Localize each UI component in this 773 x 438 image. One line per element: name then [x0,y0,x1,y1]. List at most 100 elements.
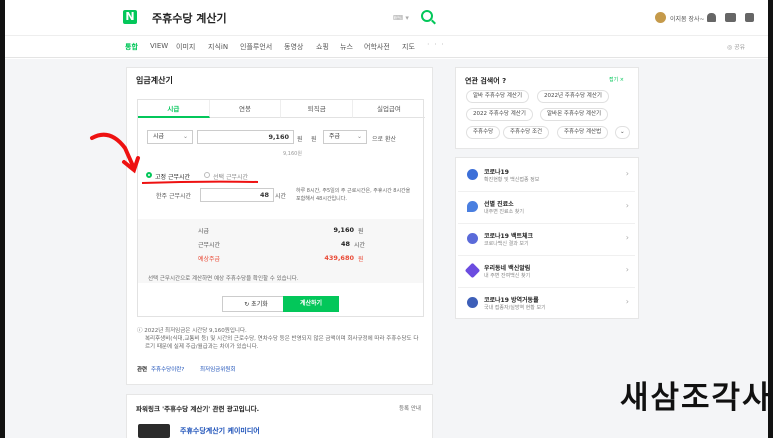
footnote-detail: 복리후생비(식대,교통비 등) 및 시간외 근로수당, 연차수당 등은 반영되지… [145,336,419,350]
search-icon[interactable] [421,10,433,22]
reset-button[interactable]: ↻ 초기화 [222,296,290,312]
radio-select-hours[interactable] [204,172,210,178]
week-hours-note: 하루 8시간, 주5일의 주 근로시간은, 주휴시간 8시간을 포함해서 48시… [296,188,411,202]
covid-row-sub: 확진현황 및 백신접종 정보 [484,177,540,183]
covid-row-title: 코로나19 백트체크 [484,233,534,240]
menu-grid-icon[interactable] [745,13,754,22]
tab-influencer[interactable]: 인플루언서 [240,42,272,52]
period-select-value: 주급 [329,133,341,140]
tab-shopping[interactable]: 쇼핑 [316,42,329,52]
syringe-icon [464,262,481,279]
tab-hourly[interactable]: 시급 [138,100,210,118]
covid-row-title: 코로나19 방역거동률 [484,297,539,304]
keyword-chip[interactable]: 주휴수당 [466,126,501,139]
covid-row[interactable]: 코로나19 방역거동률 국내 접종자/실방역 현황 보기 › [458,286,635,320]
result-value-hourly: 9,160 [333,226,354,234]
tab-map[interactable]: 지도 [402,42,415,52]
person-icon [467,297,478,308]
tab-view[interactable]: VIEW [150,42,168,50]
nav-tabs: 통합 VIEW 이미지 지식iN 인플루언서 동영상 쇼핑 뉴스 어학사전 지도… [5,36,768,58]
covid-row[interactable]: 코로나19 백트체크 코로나백신 결과 보기 › [458,222,635,256]
covid-row-sub: 국내 접종자/실방역 현황 보기 [484,305,546,311]
keyword-chip[interactable]: 2022 주휴수당 계산기 [466,108,533,121]
result-unit-weekly: 원 [358,256,364,263]
ad-item-title[interactable]: 주휴수당계산기 케이미디어 [180,426,260,436]
covid-row-title: 코로나19 [484,169,509,176]
share-button[interactable]: ◎ 공유 [727,42,745,51]
tab-kin[interactable]: 지식iN [208,42,228,52]
related-label: 관련 [137,367,148,373]
chevron-right-icon: › [625,201,629,210]
tab-unemployment[interactable]: 실업급여 [353,100,425,118]
wage-unit: 원 [297,136,303,143]
tab-news[interactable]: 뉴스 [340,42,353,52]
keyword-chip[interactable]: 2022년 주휴수당 계산기 [537,90,609,103]
wage-hint: 9,160원 [283,151,302,157]
radio-fixed-label[interactable]: 고정 근무시간 [155,172,190,181]
username[interactable]: 이지봄 장사~ [670,14,705,23]
ad-register-link[interactable]: 등록 안내 [399,404,421,412]
tab-all[interactable]: 통합 [125,42,138,52]
naver-logo[interactable]: N [123,10,137,24]
chevron-right-icon: › [625,233,629,242]
calculator-title: 임금계산기 [136,76,173,85]
tab-dictionary[interactable]: 어학사전 [364,42,390,52]
result-panel [138,219,423,283]
covid-row[interactable]: 선별 진료소 내주변 진료소 찾기 › [458,190,635,224]
covid-row-sub: 내주변 진료소 찾기 [484,209,524,215]
covid-row-title: 선별 진료소 [484,201,514,208]
result-label-hours: 근무시간 [198,242,221,249]
ad-title: 파워링크 '주휴수당 계산기' 관련 광고입니다. [136,405,260,413]
covid-status-icon [467,169,478,180]
ad-thumbnail[interactable] [138,424,170,438]
calculate-button[interactable]: 계산하기 [283,296,339,312]
result-label-weekly: 예상주급 [198,256,221,263]
covid-row[interactable]: 코로나19 확진현황 및 백신접종 정보 › [458,158,635,192]
chevron-right-icon: › [625,265,629,274]
week-hours-unit: 시간 [275,193,287,200]
period-select[interactable]: 주급 ⌄ [323,130,367,144]
result-value-weekly: 439,680 [324,254,354,262]
related-link-2[interactable]: 최저임금위원회 [200,366,235,374]
footnote-min-wage-text: 2022년 최저임금은 시간당 9,160원입니다. [144,328,247,334]
location-pin-icon [467,201,478,212]
wage-unit-label: 원 [311,136,317,143]
convert-suffix: 으로 환산 [372,136,396,143]
search-query[interactable]: 주휴수당 계산기 [152,10,227,26]
related-search-close[interactable]: 접기 × [609,76,624,83]
covid-row-sub: 내 주변 잔여백신 찾기 [484,273,531,279]
keyword-chip[interactable]: 알바 주휴수당 계산기 [466,90,530,103]
related-link-1[interactable]: 주휴수당이란? [151,366,184,374]
more-tabs-icon[interactable]: · · · [427,40,445,49]
result-unit-hours: 시간 [354,242,366,249]
week-hours-label: 한주 근무시간 [156,193,192,200]
keyword-chip[interactable]: 주휴수당 계산법 [557,126,609,139]
radio-fixed-hours[interactable] [146,172,152,178]
footnote-min-wage: ⓘ 2022년 최저임금은 시간당 9,160원입니다. [137,328,247,334]
ad-card [126,394,433,438]
keyboard-icon[interactable]: ⌨ ▾ [393,14,409,22]
tab-image[interactable]: 이미지 [176,42,195,52]
covid-row-sub: 코로나백신 결과 보기 [484,241,529,247]
keyword-chip[interactable]: 알바몬 주휴수당 계산기 [540,108,609,121]
unit-select[interactable]: 시급 ⌄ [147,130,193,144]
tab-video[interactable]: 동영상 [284,42,303,52]
week-hours-input[interactable]: 48 [200,188,274,202]
result-unit-hourly: 원 [358,228,364,235]
radio-select-label[interactable]: 선택 근무시간 [213,172,248,181]
chevron-down-icon: ⌄ [356,133,362,140]
bell-icon[interactable] [707,13,716,22]
mail-icon[interactable] [725,13,736,22]
tab-annual[interactable]: 연봉 [209,100,282,118]
wage-input[interactable]: 9,160 [197,130,294,144]
chevron-down-icon: ⌄ [182,133,188,140]
watermark-signature: 새삼조각사 [620,380,773,416]
keyword-chip[interactable]: 주휴수당 조건 [503,126,550,139]
expand-keywords-button[interactable]: ⌄ [615,126,630,139]
notice-text: 선택 근무시간으로 계산하면 예상 주휴수당을 확인할 수 있습니다. [148,276,299,282]
result-label-hourly: 시급 [198,228,210,235]
covid-row[interactable]: 우리동네 백신알림 내 주변 잔여백신 찾기 › [458,254,635,288]
avatar[interactable] [655,12,666,23]
related-search-title: 연관 검색어 ? [465,77,507,85]
tab-severance[interactable]: 퇴직금 [281,100,354,118]
